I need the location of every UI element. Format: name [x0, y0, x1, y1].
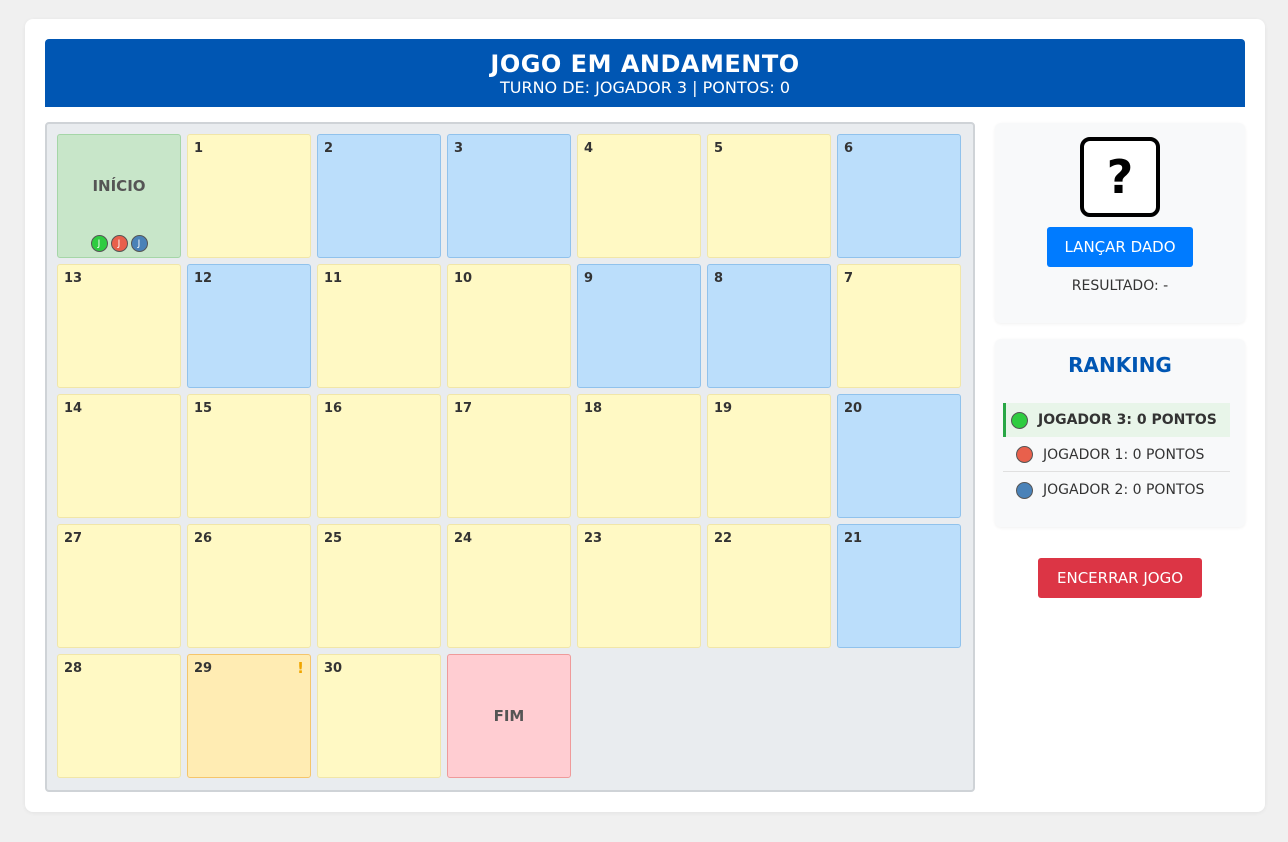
ranking-item: JOGADOR 3: 0 PONTOS [1003, 403, 1230, 437]
board-cell: 28 [57, 654, 181, 778]
ranking-text: JOGADOR 1: 0 PONTOS [1043, 446, 1205, 463]
board-cell: 15 [187, 394, 311, 518]
player-color-icon [1016, 481, 1033, 499]
board-cell: 30 [317, 654, 441, 778]
ranking-text: JOGADOR 2: 0 PONTOS [1043, 482, 1205, 498]
board-cell: 6 [837, 134, 961, 258]
board-cell: 29! [187, 654, 311, 778]
player-tokens: JJJ [58, 235, 180, 252]
board-cell: 25 [317, 524, 441, 648]
game-window: JOGO EM ANDAMENTO TURNO DE: JOGADOR 3 | … [25, 19, 1265, 812]
game-header: JOGO EM ANDAMENTO TURNO DE: JOGADOR 3 | … [45, 39, 1245, 107]
board-cell: 11 [317, 264, 441, 388]
player-color-icon [1011, 411, 1028, 429]
cell-number: 25 [324, 531, 343, 546]
cell-number: 8 [714, 271, 724, 286]
cell-number: 1 [194, 141, 204, 156]
cell-number: 2 [324, 141, 334, 156]
ranking-item: JOGADOR 1: 0 PONTOS [1003, 438, 1230, 472]
ranking-panel: RANKING JOGADOR 3: 0 PONTOS JOGADOR 1: 0 … [995, 339, 1245, 527]
cell-number: 13 [64, 271, 83, 286]
cell-number: 30 [324, 661, 343, 676]
cell-number: 15 [194, 401, 213, 416]
player-token: J [110, 235, 128, 252]
cell-number: 3 [454, 141, 464, 156]
ranking-title: RANKING [1068, 353, 1172, 377]
board-cell: 5 [707, 134, 831, 258]
roll-dice-button[interactable]: LANÇAR DADO [1047, 227, 1193, 267]
cell-number: 4 [584, 141, 594, 156]
cell-number: 9 [584, 271, 594, 286]
turn-info: TURNO DE: JOGADOR 3 | PONTOS: 0 [499, 78, 791, 97]
end-label: FIM [493, 707, 525, 725]
board-cell: 24 [447, 524, 571, 648]
player-color-icon [1016, 446, 1033, 463]
board-cell: 19 [707, 394, 831, 518]
player-token: J [90, 235, 108, 252]
ranking-item: JOGADOR 2: 0 PONTOS [1003, 473, 1230, 507]
board-cell: 12 [187, 264, 311, 388]
board-cell: 13 [57, 264, 181, 388]
board-cell: 8 [707, 264, 831, 388]
cell-number: 20 [844, 401, 863, 416]
board-cell: 14 [57, 394, 181, 518]
cell-number: 5 [714, 141, 724, 156]
board-cell: 16 [317, 394, 441, 518]
board-cell: 9 [577, 264, 701, 388]
board-cell: 23 [577, 524, 701, 648]
cell-number: 28 [64, 661, 83, 676]
board-cell: 2 [317, 134, 441, 258]
cell-number: 23 [584, 531, 603, 546]
cell-number: 27 [64, 531, 83, 546]
board-cell: 17 [447, 394, 571, 518]
cell-number: 16 [324, 401, 343, 416]
dice-panel: ? LANÇAR DADO RESULTADO: - [995, 123, 1245, 323]
board-cell: 26 [187, 524, 311, 648]
cell-number: 7 [844, 271, 854, 286]
cell-number: 6 [844, 141, 854, 156]
board-cell: 20 [837, 394, 961, 518]
cell-number: 18 [584, 401, 603, 416]
cell-number: 24 [454, 531, 473, 546]
board-cell: 7 [837, 264, 961, 388]
board-cell: 21 [837, 524, 961, 648]
dice-face: ? [1080, 137, 1160, 217]
cell-number: 14 [64, 401, 83, 416]
cell-number: 21 [844, 531, 863, 546]
board-cell-end: FIM [447, 654, 571, 778]
board-cell: 10 [447, 264, 571, 388]
board-cell: 22 [707, 524, 831, 648]
game-board: INÍCIO JJJ FIM 1 2 3 4 5 6 7 8 9 10 11 12 13 14 15 16 17… [45, 122, 975, 792]
game-status-title: JOGO EM ANDAMENTO [490, 50, 800, 78]
board-cell: 18 [577, 394, 701, 518]
board-cell: 3 [447, 134, 571, 258]
cell-number: 19 [714, 401, 733, 416]
cell-number: 10 [454, 271, 473, 286]
ranking-text: JOGADOR 3: 0 PONTOS [1038, 412, 1217, 428]
dice-result: RESULTADO: - [1071, 278, 1169, 294]
cell-number: 11 [324, 271, 343, 286]
cell-number: 26 [194, 531, 213, 546]
board-cell: 4 [577, 134, 701, 258]
end-game-button[interactable]: ENCERRAR JOGO [1038, 558, 1202, 598]
cell-number: 29 [194, 661, 213, 676]
special-cell-icon: ! [297, 659, 304, 677]
board-cell: 1 [187, 134, 311, 258]
cell-number: 22 [714, 531, 733, 546]
board-cell: 27 [57, 524, 181, 648]
player-token: J [130, 235, 148, 252]
cell-number: 17 [454, 401, 473, 416]
start-label: INÍCIO [92, 177, 146, 195]
cell-number: 12 [194, 271, 213, 286]
board-cell-start: INÍCIO JJJ [57, 134, 181, 258]
